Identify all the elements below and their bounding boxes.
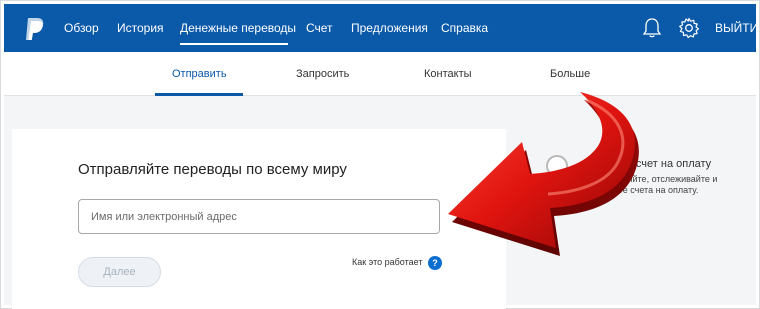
next-button[interactable]: Далее xyxy=(78,257,161,287)
tab-more[interactable]: Больше xyxy=(550,68,590,80)
tab-contacts[interactable]: Контакты xyxy=(424,68,472,80)
send-card-title: Отправляйте переводы по всему миру xyxy=(78,161,347,178)
recipient-search-input[interactable] xyxy=(78,199,440,234)
tab-send[interactable]: Отправить xyxy=(172,68,227,80)
how-it-works-link[interactable]: Как это работает xyxy=(352,257,422,267)
invoice-icon[interactable] xyxy=(546,155,568,177)
logout-link[interactable]: ВЫЙТИ xyxy=(715,21,758,35)
nav-item-help[interactable]: Справка xyxy=(441,21,488,35)
invoice-description: отправляйте, отслеживайте и авляйте счет… xyxy=(594,174,718,195)
invoice-title[interactable]: авить счет на оплату xyxy=(604,158,711,170)
gear-icon[interactable] xyxy=(678,17,700,39)
nav-item-account[interactable]: Счет xyxy=(306,21,333,35)
active-nav-indicator xyxy=(180,43,288,45)
paypal-logo-icon[interactable] xyxy=(24,16,46,42)
nav-item-history[interactable]: История xyxy=(117,21,164,35)
nav-item-money-transfers[interactable]: Денежные переводы xyxy=(180,21,296,35)
sub-navigation-bar: Отправить Запросить Контакты Больше xyxy=(4,52,756,96)
top-navigation-bar: Обзор История Денежные переводы Счет Пре… xyxy=(4,4,758,52)
nav-item-overview[interactable]: Обзор xyxy=(64,21,99,35)
bell-icon[interactable] xyxy=(642,17,662,39)
question-icon[interactable]: ? xyxy=(428,256,442,270)
tab-request[interactable]: Запросить xyxy=(296,68,349,80)
nav-item-offers[interactable]: Предложения xyxy=(351,21,428,35)
